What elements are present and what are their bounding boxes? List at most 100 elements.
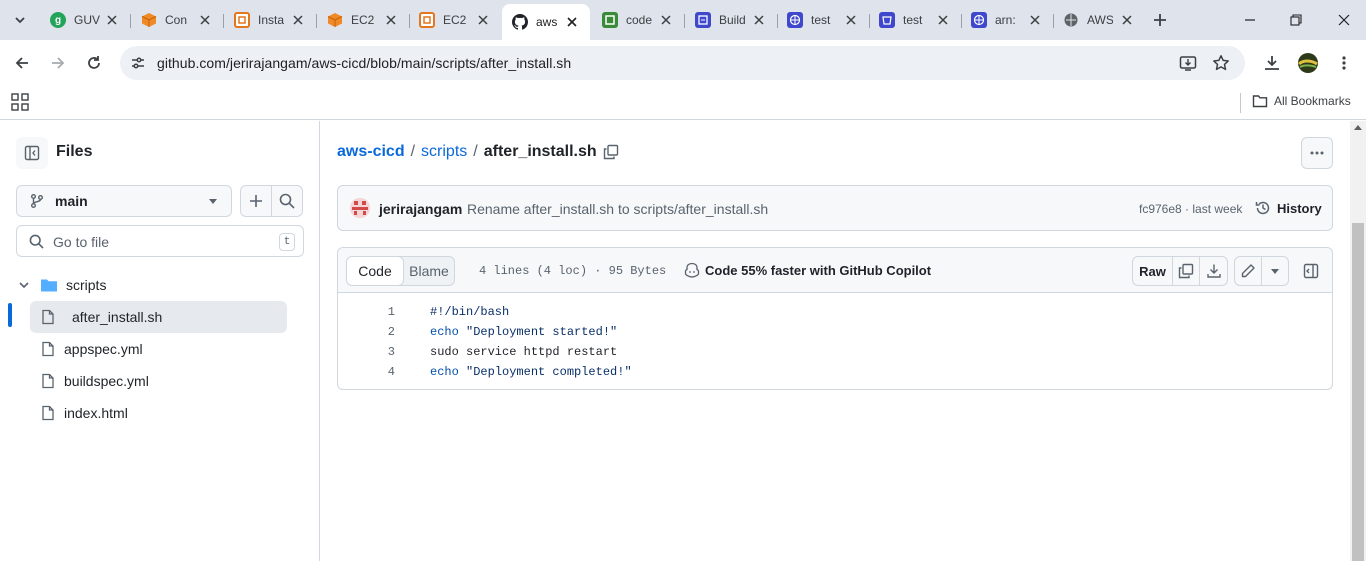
tree-file[interactable]: appspec.yml [30, 333, 287, 365]
forward-button[interactable] [46, 51, 70, 75]
search-code-button[interactable] [271, 185, 303, 217]
aws-ec2-icon [419, 12, 435, 28]
commit-sha-time[interactable]: fc976e8 · last week [1139, 202, 1242, 216]
line-number[interactable]: 2 [338, 325, 395, 339]
browser-menu-button[interactable] [1332, 51, 1356, 75]
install-app-icon[interactable] [1179, 54, 1197, 72]
raw-button[interactable]: Raw [1132, 256, 1173, 286]
tab-search-button[interactable] [6, 8, 34, 32]
file-label: after_install.sh [72, 309, 163, 325]
page-scrollbar[interactable] [1350, 121, 1366, 561]
kebab-horizontal-icon [1310, 151, 1324, 155]
downloads-button[interactable] [1260, 51, 1284, 75]
window-close-button[interactable] [1334, 10, 1354, 30]
add-file-button[interactable] [240, 185, 272, 217]
download-icon [1206, 264, 1221, 278]
chevron-down-icon [15, 17, 25, 24]
close-icon[interactable] [751, 12, 767, 28]
download-raw-button[interactable] [1199, 256, 1228, 286]
branch-selector[interactable]: main [16, 185, 232, 217]
file-tree-sidebar: Files main t scripts after_install.sh [0, 121, 320, 561]
close-icon[interactable] [290, 12, 306, 28]
browser-tab-4[interactable]: EC2 [317, 6, 410, 34]
browser-tab-2[interactable]: Con [131, 6, 224, 34]
line-code: sudo service httpd restart [430, 345, 617, 359]
tree-file[interactable]: buildspec.yml [30, 365, 287, 397]
browser-tab-3[interactable]: Insta [224, 6, 317, 34]
scroll-up-arrow-icon[interactable] [1354, 125, 1362, 130]
browser-tab-5[interactable]: EC2 [409, 6, 501, 34]
copilot-promo-link[interactable]: Code 55% faster with GitHub Copilot [684, 262, 931, 278]
address-bar[interactable]: github.com/jerirajangam/aws-cicd/blob/ma… [120, 46, 1245, 80]
url-text[interactable]: github.com/jerirajangam/aws-cicd/blob/ma… [157, 55, 571, 71]
close-icon[interactable] [104, 12, 120, 28]
avatar[interactable] [350, 198, 370, 218]
scrollbar-thumb[interactable] [1352, 223, 1364, 561]
browser-tab-9[interactable]: test [777, 6, 870, 34]
minimize-icon [1245, 19, 1255, 21]
close-icon[interactable] [1027, 12, 1043, 28]
line-number[interactable]: 1 [338, 305, 395, 319]
keyboard-shortcut-hint: t [279, 233, 295, 251]
copy-raw-button[interactable] [1172, 256, 1200, 286]
line-number[interactable]: 3 [338, 345, 395, 359]
close-icon[interactable] [1119, 12, 1135, 28]
breadcrumb-folder-link[interactable]: scripts [421, 143, 467, 161]
symbols-panel-button[interactable] [1297, 256, 1325, 286]
bookmark-star-icon[interactable] [1212, 54, 1230, 72]
pencil-icon [1241, 264, 1255, 278]
browser-tab-11[interactable]: arn: [961, 6, 1054, 34]
edit-file-button[interactable] [1234, 256, 1262, 286]
close-icon[interactable] [658, 12, 674, 28]
close-icon[interactable] [564, 14, 580, 30]
go-to-file-field[interactable]: t [16, 225, 304, 257]
reload-button[interactable] [82, 51, 106, 75]
tree-file-selected[interactable]: after_install.sh [30, 301, 287, 333]
line-number[interactable]: 4 [338, 365, 395, 379]
breadcrumb-file: after_install.sh [483, 143, 597, 160]
browser-tab-8[interactable]: Build [685, 6, 778, 34]
history-button[interactable]: History [1255, 200, 1322, 216]
code-keyword: echo [430, 365, 459, 379]
tab-blame[interactable]: Blame [404, 257, 454, 285]
collapse-sidebar-button[interactable] [16, 137, 48, 169]
apps-grid-icon[interactable] [11, 93, 29, 111]
browser-tab-10[interactable]: test [869, 6, 962, 34]
close-icon[interactable] [935, 12, 951, 28]
restore-button[interactable] [1286, 10, 1306, 30]
close-icon[interactable] [475, 12, 491, 28]
close-icon[interactable] [197, 12, 213, 28]
commit-author-link[interactable]: jerirajangam [379, 201, 462, 217]
code-line: 3 sudo service httpd restart [338, 342, 1332, 362]
tab-label: aws [536, 15, 558, 29]
browser-tab-7[interactable]: code [592, 6, 685, 34]
browser-tab-6-active[interactable]: aws [502, 4, 590, 40]
commit-message-link[interactable]: Rename after_install.sh to scripts/after… [467, 201, 768, 217]
new-tab-button[interactable] [1150, 10, 1170, 30]
edit-options-dropdown[interactable] [1261, 256, 1289, 286]
git-branch-icon [31, 194, 43, 208]
all-bookmarks-label: All Bookmarks [1274, 94, 1351, 108]
site-info-icon[interactable] [130, 55, 146, 71]
file-icon [42, 341, 54, 357]
go-to-file-input[interactable] [53, 232, 273, 252]
copy-path-button[interactable] [603, 144, 619, 160]
breadcrumb-separator: / [410, 143, 416, 160]
browser-tab-1[interactable]: g GUVI [40, 6, 131, 34]
close-icon[interactable] [383, 12, 399, 28]
minimize-button[interactable] [1240, 10, 1260, 30]
back-button[interactable] [10, 51, 34, 75]
profile-avatar[interactable] [1296, 51, 1320, 75]
tree-folder-scripts[interactable]: scripts [16, 269, 287, 301]
aws-ec2-icon [234, 12, 250, 28]
more-options-button[interactable] [1301, 137, 1333, 169]
all-bookmarks-button[interactable]: All Bookmarks [1252, 93, 1351, 109]
tree-file[interactable]: index.html [30, 397, 287, 429]
tab-code[interactable]: Code [347, 257, 404, 285]
tab-label: Insta [258, 13, 284, 27]
close-icon[interactable] [843, 12, 859, 28]
code-text: sudo service httpd restart [430, 345, 618, 359]
browser-tab-12[interactable]: AWS [1053, 6, 1145, 34]
sidebar-title: Files [56, 143, 93, 160]
breadcrumb-repo-link[interactable]: aws-cicd [337, 143, 405, 161]
